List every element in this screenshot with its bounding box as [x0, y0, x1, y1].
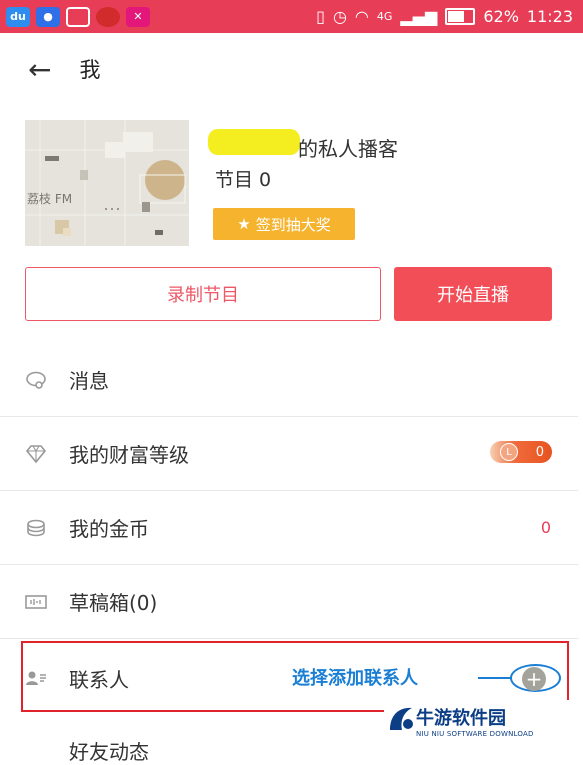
- menu-item-messages[interactable]: 消息: [0, 343, 578, 417]
- add-contact-button[interactable]: +: [522, 667, 546, 691]
- gallery-icon: [66, 6, 90, 27]
- clock: 11:23: [526, 7, 573, 26]
- vibrate-icon: ▯: [316, 7, 325, 26]
- wealth-level-badge: L 0: [490, 441, 552, 463]
- baidu-cloud-icon: du: [6, 6, 30, 27]
- menu-label-coins: 我的金币: [69, 517, 149, 541]
- menu-item-wealth[interactable]: 我的财富等级 L 0: [0, 417, 578, 491]
- tomato-icon: [96, 6, 120, 27]
- program-count: 节目 0: [215, 169, 272, 191]
- top-bar: ← 我: [0, 33, 583, 105]
- baidu-paw-icon: ●: [36, 6, 60, 27]
- menu-label-wealth: 我的财富等级: [69, 443, 189, 467]
- menu-label-messages: 消息: [69, 369, 109, 393]
- menu-label-friend-feed[interactable]: 好友动态: [69, 736, 149, 765]
- chat-bubble-icon: [26, 371, 46, 389]
- level-icon: L: [500, 443, 518, 461]
- watermark-title: 牛游软件园: [416, 708, 506, 729]
- coins-value: 0: [540, 518, 551, 537]
- wifi-icon: ◠: [354, 7, 369, 26]
- start-live-button[interactable]: 开始直播: [394, 267, 552, 321]
- watermark-subtitle: NIU NIU SOFTWARE DOWNLOAD: [416, 730, 534, 738]
- watermark: 牛游软件园 NIU NIU SOFTWARE DOWNLOAD: [384, 700, 583, 747]
- menu-label-drafts: 草稿箱(0): [69, 591, 158, 615]
- battery-percent: 62%: [483, 7, 519, 26]
- battery-icon: [445, 8, 476, 25]
- podcast-name: 的私人播客: [298, 137, 398, 161]
- system-status: ▯ ◷ ◠ 4G ▂▄▆ 62% 11:23: [316, 7, 583, 26]
- back-arrow-icon[interactable]: ←: [28, 53, 51, 86]
- notification-icons: du ● ✕: [0, 6, 150, 27]
- record-program-button[interactable]: 录制节目: [25, 267, 381, 321]
- cover-pattern-icon: [25, 120, 189, 246]
- coins-icon: [27, 519, 45, 537]
- username-redacted: [208, 129, 300, 155]
- annotation-text: 选择添加联系人: [292, 668, 418, 689]
- watermark-logo-icon: [390, 707, 413, 730]
- annotation-pointer: [478, 677, 512, 679]
- alarm-icon: ◷: [332, 7, 347, 26]
- signin-lottery-button[interactable]: ★ 签到抽大奖: [213, 208, 355, 240]
- menu-item-coins[interactable]: 我的金币 0: [0, 491, 578, 565]
- signin-label: 签到抽大奖: [255, 215, 331, 234]
- diamond-icon: [25, 445, 47, 464]
- draft-box-icon: [25, 595, 47, 609]
- status-bar: du ● ✕ ▯ ◷ ◠ 4G ▂▄▆ 62% 11:23: [0, 0, 583, 33]
- podcast-cover[interactable]: 荔枝 FM: [25, 120, 189, 246]
- cover-label: 荔枝 FM: [27, 192, 73, 206]
- page-title: 我: [79, 58, 101, 82]
- menu-item-drafts[interactable]: 草稿箱(0): [0, 565, 578, 639]
- network-type: 4G: [376, 10, 393, 23]
- app-icon: ✕: [126, 6, 150, 27]
- star-icon: ★: [237, 215, 251, 233]
- signal-icon: ▂▄▆: [400, 7, 438, 26]
- wealth-value: 0: [535, 444, 544, 460]
